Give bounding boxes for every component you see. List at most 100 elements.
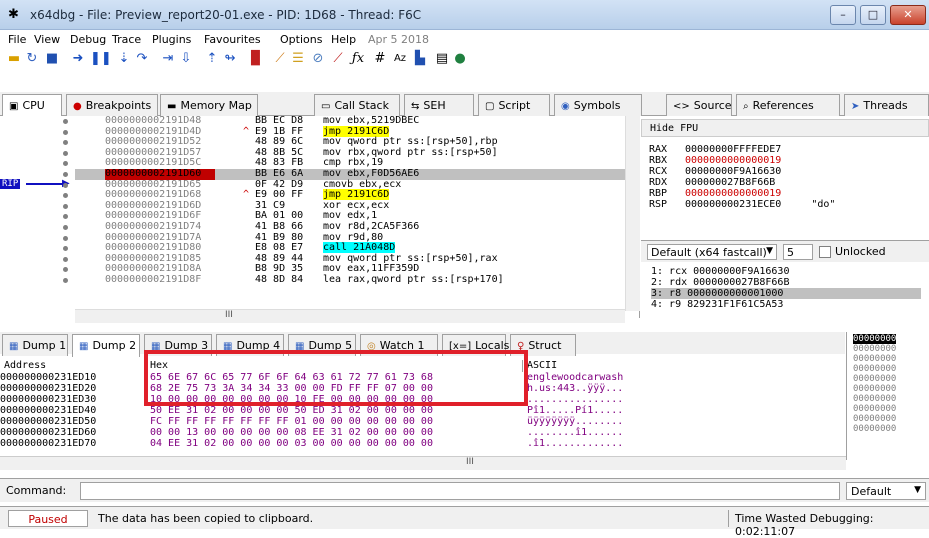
stack-entry[interactable]: 00000000 (853, 404, 896, 414)
run-icon[interactable]: ➜ (70, 51, 86, 67)
comments-icon[interactable]: ☰ (290, 51, 306, 67)
menu-debug[interactable]: Debug (70, 33, 106, 46)
disassembly-pane[interactable]: RIP ▶ 0000000002191D48BB EC D8mov ebx,52… (0, 115, 640, 323)
dump-ascii[interactable]: englewoodcarwash (527, 372, 623, 383)
stack-entry[interactable]: 00000000 (853, 334, 897, 344)
tab-script[interactable]: ▢ Script (478, 94, 550, 116)
pause-icon[interactable]: ❚❚ (90, 51, 112, 67)
stack-entry[interactable]: 00000000 (853, 344, 896, 354)
dump-row[interactable]: 000000000231ED70 04 EE 31 02 00 00 00 00 … (0, 438, 828, 449)
dump-row[interactable]: 000000000231ED40 50 EE 31 02 00 00 00 00 … (0, 405, 828, 416)
stack-entry[interactable]: 00000000 (853, 394, 896, 404)
tab-threads[interactable]: ➤ Threads (844, 94, 929, 116)
dump-row[interactable]: 000000000231ED60 00 00 13 00 00 00 00 00 … (0, 427, 828, 438)
menu-options[interactable]: Options (280, 33, 322, 46)
tab-call-stack[interactable]: ▭ Call Stack (314, 94, 400, 116)
disasm-row[interactable]: 0000000002191D8F 48 8D 84 lea rax,qword pt… (63, 274, 625, 286)
breakpoint-dot-icon[interactable] (63, 182, 68, 188)
command-input[interactable] (80, 482, 840, 500)
breakpoint-dot-icon[interactable] (63, 256, 68, 262)
calling-convention-select[interactable]: Default (x64 fastcall) ▼ (647, 244, 777, 260)
trace-over-icon[interactable]: ⇩ (178, 51, 194, 67)
menu-view[interactable]: View (34, 33, 60, 46)
register-row[interactable]: RDX 000000027B8F66B (649, 177, 805, 188)
dump-row[interactable]: 000000000231ED50 FC FF FF FF FF FF FF FF … (0, 416, 828, 427)
labels-icon[interactable]: ⊘ (310, 51, 326, 67)
run-to-user-code-icon[interactable]: ↬ (222, 51, 238, 67)
font-icon[interactable]: Aᴢ (392, 51, 408, 67)
dump-hex[interactable]: 04 EE 31 02 00 00 00 00 03 00 00 00 00 0… (150, 438, 433, 449)
breakpoint-dot-icon[interactable] (63, 203, 68, 209)
breakpoint-dot-icon[interactable] (63, 277, 68, 283)
scylla-icon[interactable]: ▉ (248, 51, 264, 67)
register-value[interactable]: 0000000000000019 (685, 188, 781, 199)
menu-file[interactable]: File (8, 33, 26, 46)
register-value[interactable]: 000000027B8F66B (685, 177, 775, 188)
disasm-row[interactable]: 0000000002191D48 BB EC D8 mov ebx,5219DBEC (63, 115, 625, 127)
tab-cpu[interactable]: ▣ CPU (2, 94, 62, 117)
variables-icon[interactable]: # (372, 51, 388, 67)
disassembly-hscroll[interactable]: III (75, 309, 625, 323)
breakpoint-dot-icon[interactable] (63, 235, 68, 241)
breakpoint-dot-icon[interactable] (63, 150, 68, 156)
menu-plugins[interactable]: Plugins (152, 33, 191, 46)
log-icon[interactable]: ▤ (434, 51, 450, 67)
arg-count-spinner[interactable]: 5 (783, 244, 813, 260)
register-value[interactable]: 0000000000000019 (685, 155, 781, 166)
dump-ascii[interactable]: ........î1...... (527, 427, 623, 438)
dump-ascii[interactable]: h.us:443..ÿÿÿ... (527, 383, 623, 394)
tab-memory-map[interactable]: ▬ Memory Map (160, 94, 258, 116)
maximize-button[interactable]: □ (860, 5, 886, 25)
restart-icon[interactable]: ↻ (24, 51, 40, 67)
register-row[interactable]: RBP 0000000000000019 (649, 188, 811, 199)
tab-references[interactable]: ⌕ References (736, 94, 840, 116)
stack-pane[interactable]: 00000000 00000000 00000000 00000000 00000000… (846, 332, 929, 460)
breakpoint-dot-icon[interactable] (63, 119, 68, 124)
highlight-icon[interactable]: ▙ (412, 51, 428, 67)
dump-hex[interactable]: 50 EE 31 02 00 00 00 00 50 ED 31 02 00 0… (150, 405, 433, 416)
stack-entry[interactable]: 00000000 (853, 374, 896, 384)
breakpoint-dot-icon[interactable] (63, 129, 68, 135)
registers-pane[interactable]: Hide FPU RAX 00000000FFFFEDE7 RBX 000000000… (641, 116, 929, 240)
dump-ascii[interactable]: Pî1.....Pí1..... (527, 405, 623, 416)
stack-entry[interactable]: 00000000 (853, 424, 896, 434)
register-row[interactable]: RSP 000000000231ECE0 "do" (649, 199, 835, 210)
stack-entry[interactable]: 00000000 (853, 354, 896, 364)
hide-fpu-button[interactable]: Hide FPU (641, 119, 929, 137)
menu-trace[interactable]: Trace (112, 33, 141, 46)
menu-help[interactable]: Help (331, 33, 356, 46)
register-row[interactable]: RAX 00000000FFFFEDE7 (649, 144, 811, 155)
stack-entry[interactable]: 00000000 (853, 414, 896, 424)
trace-into-icon[interactable]: ⇥ (160, 51, 176, 67)
register-row[interactable]: RBX 0000000000000019 (649, 155, 811, 166)
minimize-button[interactable]: – (830, 5, 856, 25)
stack-entry[interactable]: 00000000 (853, 384, 896, 394)
step-into-icon[interactable]: ⇣ (116, 51, 132, 67)
tab-breakpoints[interactable]: ● Breakpoints (66, 94, 158, 116)
dump-ascii[interactable]: üÿÿÿÿÿÿÿ........ (527, 416, 623, 427)
execute-till-return-icon[interactable]: ⇡ (204, 51, 220, 67)
tab-dump-1[interactable]: ▦ Dump 1 (2, 334, 68, 356)
stack-entry[interactable]: 00000000 (853, 364, 896, 374)
bookmarks-icon[interactable]: ⟋ (330, 51, 346, 67)
tab-symbols[interactable]: ◉ Symbols (554, 94, 642, 116)
dump-hex[interactable]: FC FF FF FF FF FF FF FF 01 00 00 00 00 0… (150, 416, 433, 427)
dump-hscroll[interactable]: III (0, 456, 846, 470)
disassembly-vscroll[interactable] (625, 116, 640, 311)
dump-ascii[interactable]: ................ (527, 394, 623, 405)
patch-icon[interactable]: ⟋ (272, 51, 288, 67)
register-value[interactable]: 000000000231ECE0 (685, 199, 781, 210)
stop-icon[interactable]: ■ (44, 51, 60, 67)
breakpoint-dot-icon[interactable] (63, 224, 68, 230)
register-row[interactable]: RCX 00000000F9A16630 (649, 166, 811, 177)
tab-dump-2[interactable]: ▦ Dump 2 (72, 334, 140, 357)
register-value[interactable]: 00000000F9A16630 (685, 166, 781, 177)
register-value[interactable]: 00000000FFFFEDE7 (685, 144, 781, 155)
close-button[interactable]: ✕ (890, 5, 926, 25)
tab-seh[interactable]: ⇆ SEH (404, 94, 474, 116)
breakpoint-dot-icon[interactable] (63, 171, 68, 177)
menu-favourites[interactable]: Favourites (204, 33, 261, 46)
command-mode-select[interactable]: Default ▼ (846, 482, 926, 500)
settings-icon[interactable]: ● (452, 51, 468, 67)
step-over-icon[interactable]: ↷ (134, 51, 150, 67)
